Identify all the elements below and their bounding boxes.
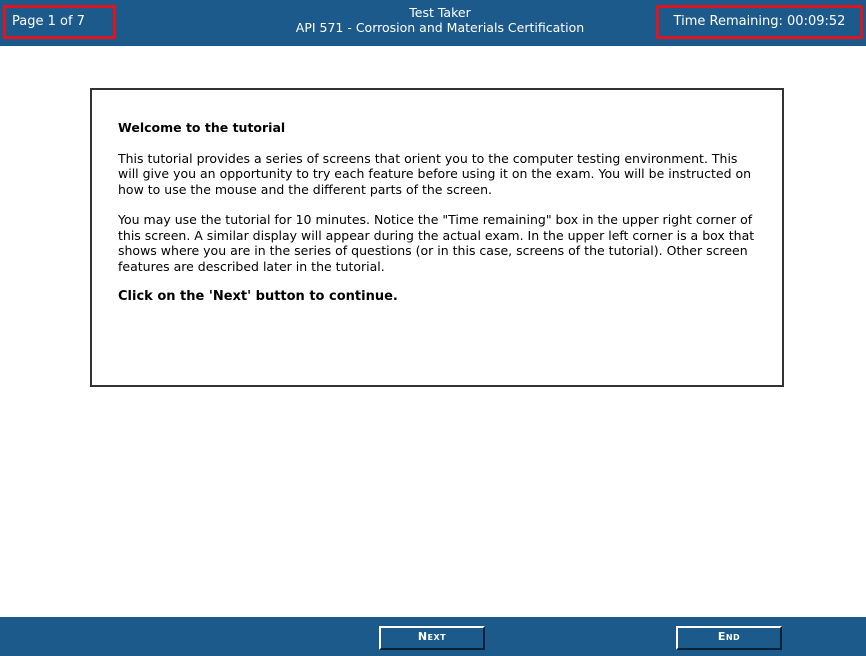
next-button-label: Next (417, 630, 447, 643)
tutorial-content-panel: Welcome to the tutorial This tutorial pr… (90, 88, 784, 387)
header-title-block: Test Taker API 571 - Corrosion and Mater… (230, 5, 650, 35)
next-button[interactable]: Next (379, 626, 485, 650)
exam-title: API 571 - Corrosion and Materials Certif… (295, 20, 585, 35)
time-remaining: Time Remaining: 00:09:52 (656, 5, 863, 39)
content-title: Welcome to the tutorial (118, 120, 286, 135)
footer-bar: Next End (0, 617, 866, 656)
call-to-action: Click on the 'Next' button to continue. (118, 289, 398, 304)
page-indicator: Page 1 of 7 (3, 5, 116, 39)
exam-tutorial-window: Page 1 of 7 Test Taker API 571 - Corrosi… (0, 0, 866, 656)
end-button-label: End (717, 630, 741, 643)
user-name: Test Taker (409, 5, 471, 20)
header-bar: Page 1 of 7 Test Taker API 571 - Corrosi… (0, 0, 866, 46)
content-paragraph-2: You may use the tutorial for 10 minutes.… (118, 212, 755, 274)
end-button[interactable]: End (676, 626, 782, 650)
content-paragraph-1: This tutorial provides a series of scree… (118, 150, 752, 197)
